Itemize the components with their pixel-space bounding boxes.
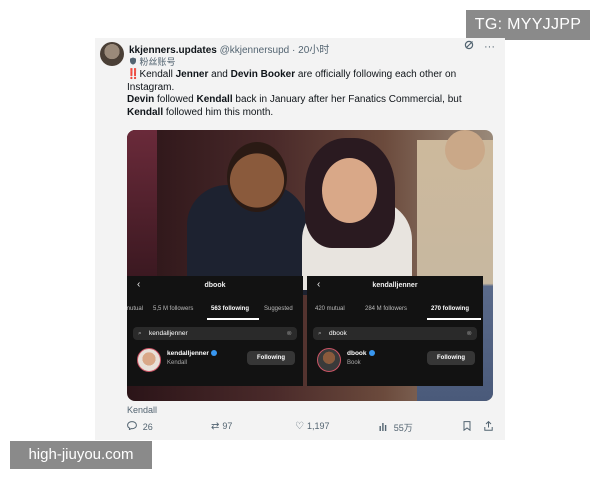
header-actions: ···: [457, 40, 495, 53]
views-button[interactable]: 55万: [379, 421, 413, 434]
search-icon: ⌕: [318, 330, 322, 337]
like-count: 1,197: [306, 421, 330, 431]
retweet-button[interactable]: ⇄ 97: [211, 421, 232, 432]
retweet-count: 97: [222, 421, 233, 431]
search-input[interactable]: ⌕ dbook ⊗: [313, 327, 477, 340]
text-bold: Jenner: [175, 69, 209, 80]
tweet-text: ‼️Kendall Jenner and Devin Booker are of…: [127, 69, 499, 119]
screen-left: ‹ dbook mutual 5,5 M followers 563 follo…: [127, 276, 303, 386]
grok-icon[interactable]: [464, 40, 477, 53]
verified-icon: [210, 350, 217, 357]
bystander-head: [445, 130, 485, 170]
screen-title: dbook: [204, 282, 226, 289]
text: back in January after her Fanatics Comme…: [232, 94, 462, 105]
tab-following[interactable]: 563 following: [211, 306, 249, 312]
shield-icon: [129, 57, 140, 67]
tab-suggested[interactable]: Suggested: [264, 306, 293, 312]
man-head: [227, 142, 287, 212]
separator: ·: [292, 45, 296, 56]
handle[interactable]: @kkjennersupd: [220, 45, 290, 56]
share-button[interactable]: [484, 420, 496, 434]
result-username-text: dbook: [347, 350, 367, 357]
text-bold: Kendall: [127, 106, 164, 118]
search-icon: ⌕: [138, 330, 142, 337]
text-bold: Devin Booker: [230, 69, 296, 80]
fan-account-label: 粉丝账号: [129, 55, 176, 68]
tweet-line-2: Devin followed Kendall back in January a…: [127, 94, 499, 107]
bookmark-button[interactable]: [463, 421, 474, 434]
tab-followers[interactable]: 284 M followers: [365, 306, 407, 312]
alert-emoji: ‼️: [127, 69, 140, 80]
search-input[interactable]: ⌕ kendalljenner ⊗: [133, 327, 297, 340]
tweet-line-3: Kendall followed him this month.: [127, 107, 499, 120]
screen-title: kendalljenner: [372, 282, 418, 289]
result-avatar[interactable]: [317, 348, 341, 372]
clear-icon[interactable]: ⊗: [287, 327, 292, 340]
views-count: 55万: [393, 423, 413, 433]
result-avatar[interactable]: [137, 348, 161, 372]
result-fullname: Kendall: [167, 360, 188, 366]
fan-account-text: 粉丝账号: [139, 57, 176, 67]
active-tab-indicator: [207, 318, 259, 320]
woman-face: [322, 158, 377, 223]
active-tab-indicator: [427, 318, 481, 320]
like-button[interactable]: ♡ 1,197: [295, 421, 330, 432]
text: followed: [154, 94, 197, 105]
reply-count: 26: [142, 422, 153, 432]
following-button[interactable]: Following: [427, 351, 475, 365]
text: followed him this month.: [163, 106, 274, 118]
retweet-icon: ⇄: [211, 421, 220, 432]
reply-button[interactable]: 26: [127, 421, 153, 433]
text-bold: Devin: [127, 94, 155, 105]
tab-following[interactable]: 270 following: [431, 306, 469, 312]
heart-icon: ♡: [295, 421, 304, 432]
text: and: [208, 69, 231, 80]
share-icon: [484, 420, 493, 434]
bookmark-icon: [463, 421, 471, 434]
search-value: kendalljenner: [149, 330, 188, 337]
telegram-watermark: TG: MYYJJPP: [466, 10, 590, 40]
text-bold: Kendall: [196, 94, 233, 105]
screen-right: ‹ kendalljenner 420 mutual 284 M followe…: [307, 276, 483, 386]
text: Kendall: [139, 69, 176, 80]
avatar[interactable]: [100, 42, 124, 66]
result-username[interactable]: dbook: [347, 350, 375, 357]
verified-icon: [368, 350, 375, 357]
image-caption: Kendall: [127, 405, 158, 415]
tab-mutual[interactable]: 420 mutual: [315, 306, 345, 312]
result-username[interactable]: kendalljenner: [167, 350, 217, 357]
tab-mutual[interactable]: mutual: [127, 306, 143, 312]
tweet-card: kkjenners.updates @kkjennersupd · 20小时 ·…: [95, 38, 505, 440]
timestamp[interactable]: 20小时: [298, 45, 329, 56]
result-username-text: kendalljenner: [167, 350, 209, 357]
result-fullname: Book: [347, 360, 361, 366]
tweet-actions: 26 ⇄ 97 ♡ 1,197 55万: [127, 420, 501, 435]
clear-icon[interactable]: ⊗: [467, 327, 472, 340]
tab-followers[interactable]: 5,5 M followers: [153, 306, 193, 312]
tweet-photo[interactable]: ‹ dbook mutual 5,5 M followers 563 follo…: [127, 130, 493, 401]
site-watermark: high-jiuyou.com: [10, 441, 152, 469]
background-figure-left: [127, 130, 157, 280]
more-options-icon[interactable]: ···: [484, 41, 495, 53]
search-value: dbook: [329, 330, 347, 337]
following-button[interactable]: Following: [247, 351, 295, 365]
tweet-line-1: ‼️Kendall Jenner and Devin Booker are of…: [127, 69, 499, 94]
views-icon: [379, 423, 391, 434]
tweet-header: kkjenners.updates @kkjennersupd · 20小时: [129, 41, 329, 56]
reply-icon: [127, 421, 140, 433]
